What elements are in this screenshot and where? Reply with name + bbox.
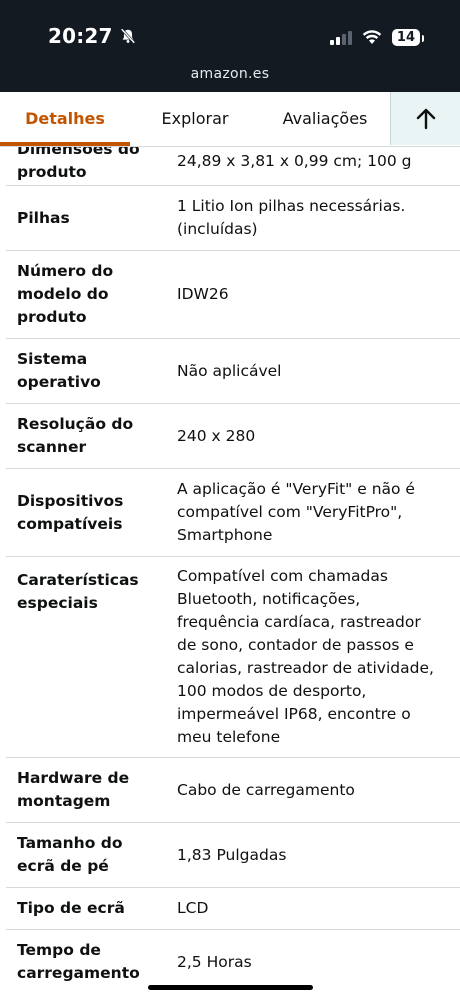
table-row: Tamanho do ecrã de pé 1,83 Pulgadas bbox=[6, 823, 460, 888]
clock-text: 20:27 bbox=[48, 24, 113, 48]
wifi-icon bbox=[362, 30, 382, 44]
status-indicators: 14 bbox=[329, 26, 425, 48]
table-row: Tipo de ecrã LCD bbox=[6, 888, 460, 930]
row-value: Não aplicável bbox=[177, 361, 282, 380]
row-value: 240 x 280 bbox=[177, 426, 256, 445]
table-row: Caraterísticas especiais Compatível com … bbox=[6, 557, 460, 758]
row-label: Dimensões do produto bbox=[17, 147, 140, 181]
tab-reviews[interactable]: Avaliações bbox=[260, 92, 390, 144]
product-details-section[interactable]: Dimensões do produto 24,89 x 3,81 x 0,99… bbox=[0, 147, 460, 1000]
table-row: Dimensões do produto 24,89 x 3,81 x 0,99… bbox=[6, 147, 460, 186]
url-label[interactable]: amazon.es bbox=[0, 66, 460, 82]
row-label: Hardware de montagem bbox=[17, 769, 130, 810]
row-label: Tempo de carregamento bbox=[17, 941, 140, 982]
browser-top-bar: 20:27 14 amazon.es bbox=[0, 0, 460, 92]
row-value: IDW26 bbox=[177, 285, 229, 303]
row-value: Cabo de carregamento bbox=[177, 780, 355, 799]
arrow-up-icon bbox=[416, 108, 436, 129]
row-label: Sistema operativo bbox=[17, 350, 101, 391]
table-row: Sistema operativo Não aplicável bbox=[6, 339, 460, 404]
row-label: Tipo de ecrã bbox=[17, 899, 125, 917]
row-value: Compatível com chamadas Bluetooth, notif… bbox=[177, 567, 434, 746]
back-to-top-button[interactable] bbox=[390, 92, 460, 145]
row-label: Tamanho do ecrã de pé bbox=[17, 834, 123, 875]
tab-explore[interactable]: Explorar bbox=[130, 92, 260, 144]
table-row: Resolução do scanner 240 x 280 bbox=[6, 404, 460, 469]
table-row: Dispositivos compatíveis A aplicação é "… bbox=[6, 469, 460, 557]
row-label: Caraterísticas especiais bbox=[17, 571, 139, 612]
home-indicator[interactable] bbox=[148, 985, 313, 990]
row-label: Dispositivos compatíveis bbox=[17, 491, 124, 533]
row-value: 1,83 Pulgadas bbox=[177, 845, 287, 864]
row-value: LCD bbox=[177, 899, 209, 917]
battery-level: 14 bbox=[391, 28, 425, 46]
table-row: Hardware de montagem Cabo de carregament… bbox=[6, 758, 460, 823]
status-time: 20:27 bbox=[48, 24, 137, 48]
tab-details[interactable]: Detalhes bbox=[0, 92, 130, 146]
row-label: Número do modelo do produto bbox=[17, 262, 114, 326]
row-label: Pilhas bbox=[17, 208, 70, 227]
row-value: A aplicação é "VeryFit" e não é compatív… bbox=[177, 480, 415, 544]
silent-bell-icon bbox=[120, 28, 135, 44]
row-value: 24,89 x 3,81 x 0,99 cm; 100 g bbox=[177, 151, 412, 170]
table-row: Pilhas 1 Litio Ion pilhas necessárias. (… bbox=[6, 186, 460, 251]
cellular-signal-icon bbox=[329, 29, 352, 45]
row-label: Resolução do scanner bbox=[17, 415, 134, 456]
product-tabs: Detalhes Explorar Avaliações bbox=[0, 92, 460, 147]
row-value: 1 Litio Ion pilhas necessárias. (incluíd… bbox=[177, 197, 406, 238]
details-table: Dimensões do produto 24,89 x 3,81 x 0,99… bbox=[0, 147, 460, 994]
table-row: Número do modelo do produto IDW26 bbox=[6, 251, 460, 339]
